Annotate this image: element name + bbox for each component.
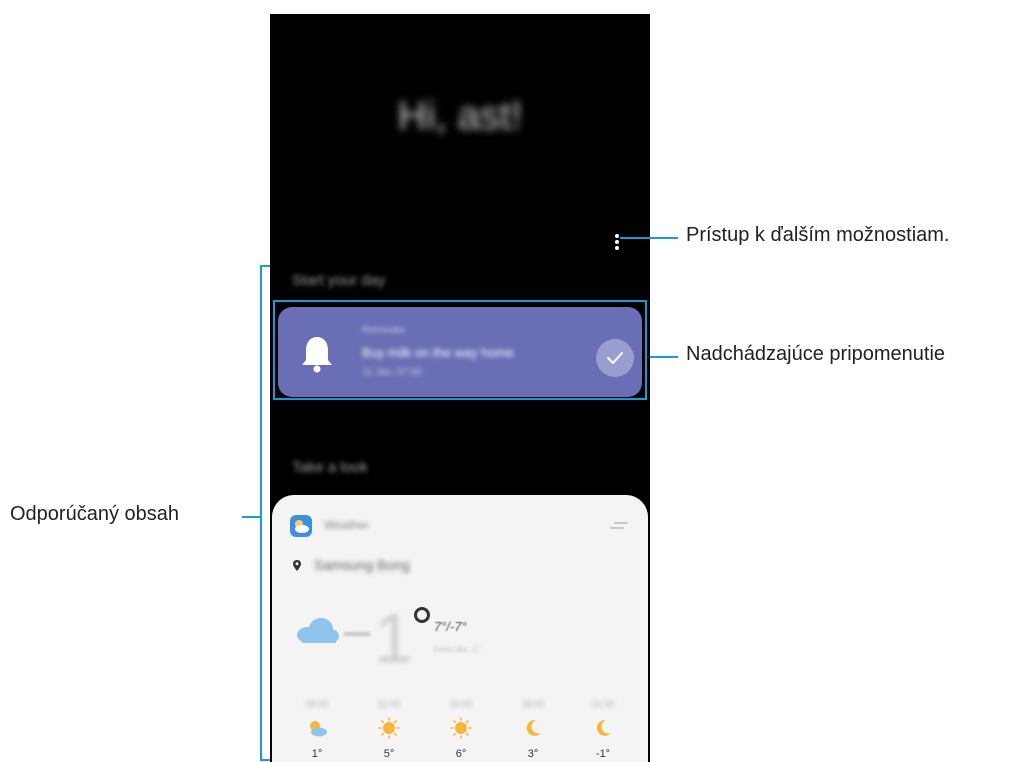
- forecast-time: 15:00: [449, 699, 473, 709]
- forecast-time: 09:00: [305, 699, 329, 709]
- forecast-item: 15:00 6°: [436, 699, 486, 760]
- partly-cloudy-icon: [310, 721, 327, 737]
- location-pin-icon: [293, 560, 301, 571]
- hourly-forecast: 09:00 1° 12:00 5° 15:00 6° 18:00 3° 21:0…: [272, 699, 648, 760]
- sun-icon: [378, 717, 400, 739]
- weather-app-icon: [290, 515, 312, 537]
- reminder-time: 11 Jan, 07:00: [362, 367, 422, 378]
- high-low-temperature: 7°/-7°: [434, 619, 467, 634]
- bracket-recommended: [260, 265, 262, 761]
- forecast-time: 12:00: [377, 699, 401, 709]
- degree-symbol: [414, 607, 430, 623]
- reminder-title: Buy milk on the way home: [362, 345, 514, 360]
- drag-handle-icon[interactable]: [610, 519, 628, 531]
- reminder-card[interactable]: Reminder Buy milk on the way home 11 Jan…: [278, 307, 642, 397]
- forecast-temp: 6°: [455, 748, 467, 760]
- callout-upcoming-reminder: Nadchádzajúce pripomenutie: [686, 343, 946, 365]
- callout-line-reminder: [650, 356, 678, 358]
- complete-reminder-button[interactable]: [596, 339, 634, 377]
- moon-icon: [526, 719, 541, 736]
- forecast-time: 18:00: [521, 699, 545, 709]
- moon-icon: [596, 719, 611, 736]
- bracket-bottom: [260, 759, 270, 761]
- weather-card[interactable]: Weather Samsung Bong 1 7°/-7° Feels like…: [272, 495, 648, 762]
- reminder-label: Reminder: [362, 325, 406, 336]
- forecast-item: 21:00 -1°: [578, 699, 628, 760]
- forecast-time: 21:00: [591, 699, 615, 709]
- callout-line-more-options: [620, 237, 678, 239]
- forecast-temp: -1°: [595, 748, 611, 760]
- section-title-start: Start your day: [292, 272, 386, 289]
- feels-like-temperature: Feels like -1°: [434, 645, 481, 654]
- section-title-look: Take a look: [292, 459, 368, 476]
- current-temperature: 1: [374, 599, 413, 677]
- phone-screen: Hi, ast! Start your day Reminder Buy mil…: [270, 14, 650, 762]
- callout-more-options: Prístup k ďalším možnostiam.: [686, 224, 950, 246]
- more-options-icon[interactable]: [609, 232, 625, 252]
- check-icon: [607, 352, 623, 364]
- forecast-temp: 5°: [383, 748, 395, 760]
- bell-icon: [302, 337, 332, 373]
- callout-line-recommended: [242, 516, 260, 518]
- cloud-icon: [297, 618, 339, 643]
- callout-recommended: Odporúčaný obsah: [10, 503, 180, 525]
- weather-app-name: Weather: [324, 518, 370, 532]
- forecast-item: 09:00 1°: [292, 699, 342, 760]
- minus-sign: [344, 632, 370, 636]
- forecast-temp: 1°: [311, 748, 323, 760]
- weather-location: Samsung Bong: [314, 557, 410, 573]
- greeting-title: Hi, ast!: [397, 94, 523, 138]
- forecast-temp: 3°: [527, 748, 539, 760]
- sun-icon: [450, 717, 472, 739]
- forecast-item: 12:00 5°: [364, 699, 414, 760]
- bracket-top: [260, 265, 270, 267]
- forecast-item: 18:00 3°: [508, 699, 558, 760]
